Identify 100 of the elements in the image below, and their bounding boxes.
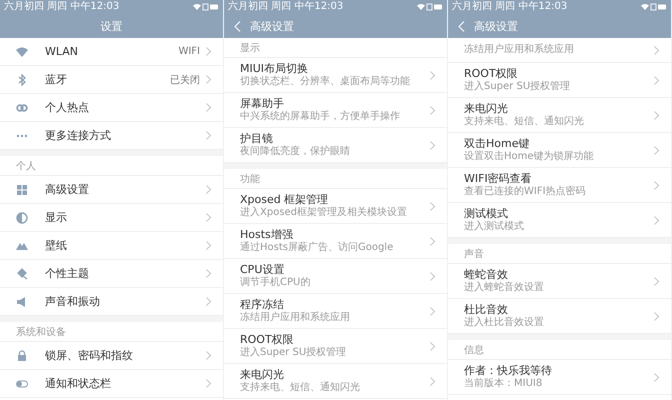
chevron-icon xyxy=(430,342,435,350)
chevron-icon xyxy=(206,75,211,84)
item-description: 进入Xposed框架管理及相关模块设置 xyxy=(240,207,408,219)
settings-item[interactable]: ROOT权限 进入Super SU授权管理 xyxy=(448,63,671,98)
settings-item[interactable]: 壁纸 xyxy=(0,232,223,260)
back-icon[interactable] xyxy=(234,20,241,32)
item-label: 声音和振动 xyxy=(45,294,101,309)
item-label: ROOT权限 xyxy=(464,67,519,80)
item-label: WIFI密码查看 xyxy=(464,172,533,185)
settings-item[interactable]: WIFI密码查看 查看已连接的WIFI热点密码 xyxy=(448,168,671,203)
item-description: 冻结用户应用和系统应用 xyxy=(240,312,351,324)
item-label: 锁屏、密码和指纹 xyxy=(45,348,134,363)
item-label: 屏幕助手 xyxy=(240,97,285,110)
item-label: ROOT权限 xyxy=(240,333,295,346)
item-label: 通知和状态栏 xyxy=(45,376,112,391)
screen-title: 高级设置 xyxy=(250,18,294,34)
settings-item[interactable]: 蝰蛇音效 进入蝰蛇音效设置 xyxy=(448,264,671,299)
screen-title: 设置 xyxy=(100,18,122,34)
item-label: 显示 xyxy=(45,210,68,225)
settings-item[interactable]: 作者：快乐我等待 当前版本：MIUI8 xyxy=(448,360,671,395)
settings-item[interactable]: 个性主题 xyxy=(0,260,223,288)
settings-item[interactable]: ROOT权限 进入Super SU授权管理 xyxy=(224,329,447,364)
section-heading: 显示 xyxy=(224,38,447,58)
chevron-icon xyxy=(654,180,659,190)
settings-item[interactable]: WLAN WIFI xyxy=(0,38,223,66)
chevron-icon xyxy=(654,46,659,54)
link-icon xyxy=(16,102,28,114)
half-circle-icon xyxy=(16,212,28,224)
chevron-icon xyxy=(654,312,659,320)
settings-item[interactable]: 来电闪光 支持来电、短信、通知闪光 xyxy=(448,98,671,133)
chevron-icon xyxy=(654,110,659,120)
item-label: 蝰蛇音效 xyxy=(464,268,509,281)
status-icons xyxy=(193,3,219,11)
settings-item[interactable]: Hosts增强 通过Hosts屏蔽广告、访问Google xyxy=(224,224,447,259)
status-time: 六月初四 周四 中午12:03 xyxy=(452,1,568,13)
item-description: 进入蝰蛇音效设置 xyxy=(464,282,545,294)
chevron-icon xyxy=(206,131,211,140)
item-label: 壁纸 xyxy=(45,238,68,253)
section-heading: 个人 xyxy=(0,156,223,176)
chevron-icon xyxy=(206,351,211,360)
settings-item[interactable]: MIUI布局切换 切换状态栏、分辨率、桌面布局等功能 xyxy=(224,58,447,93)
item-label: 个人热点 xyxy=(45,100,90,115)
status-icons xyxy=(641,3,667,11)
item-label: 杜比音效 xyxy=(464,303,509,316)
chevron-icon xyxy=(206,379,211,388)
back-icon[interactable] xyxy=(458,20,465,32)
chevron-icon xyxy=(430,272,435,280)
item-description: 查看已连接的WIFI热点密码 xyxy=(464,186,587,198)
settings-item[interactable]: 屏幕助手 中兴系统的屏幕助手，方便单手操作 xyxy=(224,93,447,128)
chevron-icon xyxy=(654,276,659,286)
settings-item[interactable]: 显示 xyxy=(0,204,223,232)
item-label: 蓝牙 xyxy=(45,72,68,87)
lock-icon xyxy=(16,350,28,362)
item-description: 切换状态栏、分辨率、桌面布局等功能 xyxy=(240,76,411,88)
item-value: 已关闭 xyxy=(170,74,200,86)
settings-item[interactable]: 蓝牙 已关闭 xyxy=(0,66,223,94)
settings-item[interactable]: 锁屏、密码和指纹 xyxy=(0,342,223,370)
settings-item[interactable]: 通知和状态栏 xyxy=(0,370,223,398)
item-description: 进入Super SU授权管理 xyxy=(240,347,348,359)
section-heading: 声音 xyxy=(448,244,671,264)
section-heading: 系统和设备 xyxy=(0,322,223,342)
item-label: 来电闪光 xyxy=(240,368,285,381)
settings-item[interactable]: 高级设置 xyxy=(0,176,223,204)
chevron-icon xyxy=(206,297,211,306)
chevron-icon xyxy=(430,70,435,80)
item-description: 进入测试模式 xyxy=(464,221,525,233)
settings-item[interactable]: 程序冻结 冻结用户应用和系统应用 xyxy=(224,294,447,329)
bluetooth-icon xyxy=(16,74,28,86)
chevron-icon xyxy=(206,185,211,194)
item-value: WIFI xyxy=(178,46,200,57)
settings-item[interactable]: CPU设置 调节手机CPU的 xyxy=(224,259,447,294)
settings-item[interactable]: 来电闪光 支持来电、短信、通知闪光 xyxy=(224,364,447,399)
item-description: 夜间降低亮度，保护眼睛 xyxy=(240,146,351,158)
chevron-icon xyxy=(430,106,435,114)
item-description: 冻结用户应用和系统应用 xyxy=(464,44,575,56)
item-label: 双击Home键 xyxy=(464,137,530,150)
toggle-icon xyxy=(16,378,28,390)
section-heading: 功能 xyxy=(224,169,447,189)
chevron-icon xyxy=(430,202,435,210)
chevron-icon xyxy=(206,241,211,250)
item-label: MIUI布局切换 xyxy=(240,62,310,75)
settings-item[interactable]: 双击Home键 设置双击Home键为锁屏功能 xyxy=(448,133,671,168)
chevron-icon xyxy=(654,372,659,382)
item-label: 高级设置 xyxy=(45,182,90,197)
brush-icon xyxy=(16,268,28,280)
item-label: Hosts增强 xyxy=(240,228,294,241)
chevron-icon xyxy=(206,269,211,278)
chevron-icon xyxy=(206,213,211,222)
item-label: 来电闪光 xyxy=(464,102,509,115)
item-description: 支持来电、短信、通知闪光 xyxy=(240,382,361,394)
chevron-icon xyxy=(654,216,659,224)
settings-item[interactable]: 个人热点 xyxy=(0,94,223,122)
item-description: 进入Super SU授权管理 xyxy=(464,81,572,93)
speaker-icon xyxy=(16,296,28,308)
chevron-icon xyxy=(206,103,211,112)
item-description: 支持来电、短信、通知闪光 xyxy=(464,116,585,128)
item-description: 通过Hosts屏蔽广告、访问Google xyxy=(240,242,394,254)
chevron-icon xyxy=(654,146,659,154)
settings-item[interactable]: Xposed 框架管理 进入Xposed框架管理及相关模块设置 xyxy=(224,189,447,224)
chevron-icon xyxy=(430,376,435,386)
